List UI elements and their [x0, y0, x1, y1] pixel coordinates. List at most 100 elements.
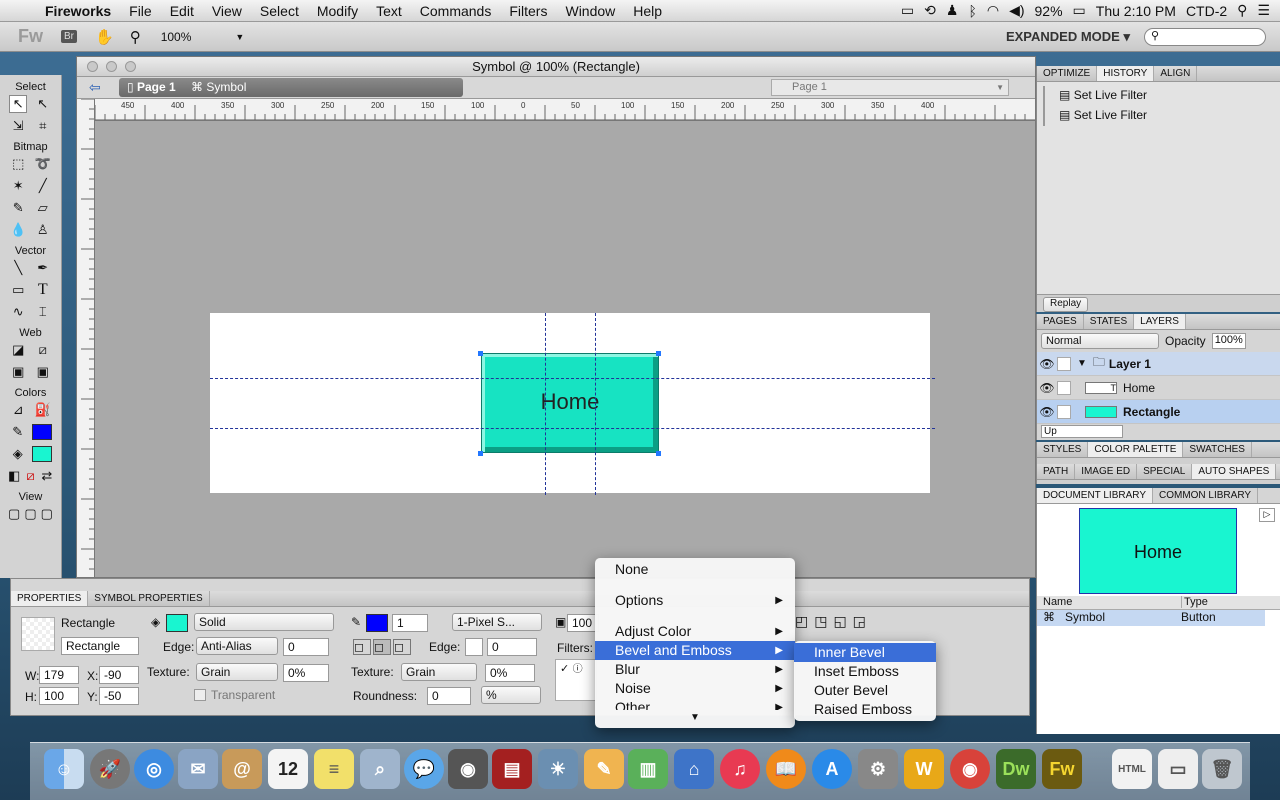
- stickies-icon[interactable]: ≡: [314, 749, 354, 789]
- menu-view[interactable]: View: [203, 3, 251, 19]
- fill-color-swatch[interactable]: [32, 446, 53, 462]
- tab-optimize[interactable]: OPTIMIZE: [1037, 66, 1098, 81]
- submenu-item[interactable]: Raised Emboss: [794, 700, 936, 719]
- filter-menu-item[interactable]: Adjust Color ▶: [595, 622, 795, 641]
- slice-tool-icon[interactable]: ⧄: [34, 341, 52, 359]
- tab-properties[interactable]: PROPERTIES: [11, 591, 89, 606]
- swap-colors-icon[interactable]: ⇄: [39, 467, 55, 485]
- hand-icon[interactable]: ✋: [95, 28, 114, 46]
- paint-bucket-icon[interactable]: ⛽: [34, 401, 52, 419]
- menu-text[interactable]: Text: [367, 3, 411, 19]
- guide-vertical-left[interactable]: [545, 313, 546, 495]
- blur-tool-icon[interactable]: 💧: [9, 221, 27, 239]
- stroke-edge-amount[interactable]: 0: [487, 638, 537, 656]
- menu-modify[interactable]: Modify: [308, 3, 367, 19]
- guide-horizontal-top[interactable]: [210, 378, 935, 379]
- roundness-unit-select[interactable]: %: [481, 686, 541, 704]
- line-tool-icon[interactable]: ╲: [9, 259, 27, 277]
- tab-special[interactable]: SPECIAL: [1137, 464, 1193, 479]
- zoom-level[interactable]: 100%: [161, 30, 192, 44]
- page-select[interactable]: Page 1 ▼: [771, 79, 1009, 96]
- replay-button[interactable]: Replay: [1043, 297, 1089, 312]
- fill-type-select[interactable]: Solid: [194, 613, 334, 631]
- system-preferences-icon[interactable]: ⚙: [858, 749, 898, 789]
- itunes-icon[interactable]: ♫: [720, 749, 760, 789]
- menu-window[interactable]: Window: [556, 3, 624, 19]
- eraser-tool-icon[interactable]: ▱: [34, 199, 52, 217]
- show-slices-icon[interactable]: ▣: [34, 363, 52, 381]
- tab-document-library[interactable]: DOCUMENT LIBRARY: [1037, 488, 1153, 503]
- breadcrumb-symbol[interactable]: Symbol: [206, 80, 246, 94]
- menu-commands[interactable]: Commands: [411, 3, 501, 19]
- object-name-field[interactable]: Rectangle: [61, 637, 139, 655]
- selection-handle-tr[interactable]: [656, 351, 661, 356]
- menu-app[interactable]: Fireworks: [36, 3, 120, 19]
- menu-edit[interactable]: Edit: [161, 3, 203, 19]
- layer-row[interactable]: 👁 T Home: [1037, 376, 1280, 400]
- filter-menu-item-selected[interactable]: Bevel and Emboss ▶: [595, 641, 795, 660]
- lock-icon[interactable]: [1057, 380, 1071, 395]
- arrange-icons[interactable]: ◰◳◱◲: [795, 613, 872, 630]
- pages-icon[interactable]: ✎: [584, 749, 624, 789]
- family-icon[interactable]: ♟: [946, 2, 959, 19]
- fireworks-icon[interactable]: Fw: [1042, 749, 1082, 789]
- history-slider[interactable]: [1043, 86, 1055, 126]
- eye-icon[interactable]: 👁: [1037, 405, 1057, 419]
- width-field[interactable]: 179: [39, 666, 79, 684]
- mail-icon[interactable]: ✉: [178, 749, 218, 789]
- filter-menu-item[interactable]: Blur ▶: [595, 660, 795, 679]
- eye-icon[interactable]: 👁: [1037, 381, 1057, 395]
- close-window-icon[interactable]: [87, 61, 98, 72]
- transparent-checkbox[interactable]: [194, 689, 206, 701]
- expand-icon[interactable]: ▼: [1077, 358, 1087, 369]
- guide-horizontal-bottom[interactable]: [210, 428, 935, 429]
- tab-styles[interactable]: STYLES: [1037, 442, 1089, 457]
- messages-icon[interactable]: 💬: [404, 749, 444, 789]
- filter-enabled-check-icon[interactable]: ✓: [560, 663, 569, 675]
- tab-symbol-properties[interactable]: SYMBOL PROPERTIES: [88, 591, 210, 606]
- zoom-icon[interactable]: ⚲: [130, 28, 141, 46]
- battery-status[interactable]: 92%: [1035, 3, 1063, 19]
- button-text[interactable]: Home: [481, 389, 659, 415]
- filter-menu-item[interactable]: Options ▶: [595, 591, 795, 610]
- calendar-icon[interactable]: 12: [268, 749, 308, 789]
- brush-tool-icon[interactable]: ╱: [34, 177, 52, 195]
- downloads-stack-icon[interactable]: ▭: [1158, 749, 1198, 789]
- eyedropper-tool-icon[interactable]: ⊿: [9, 401, 27, 419]
- tab-swatches[interactable]: SWATCHES: [1183, 442, 1252, 457]
- full-screen-icon[interactable]: ▢: [39, 505, 55, 523]
- safari-icon[interactable]: ◎: [134, 749, 174, 789]
- app-store-icon[interactable]: A: [812, 749, 852, 789]
- library-col-name[interactable]: Name: [1043, 596, 1072, 608]
- stroke-type-select[interactable]: 1-Pixel S...: [452, 613, 542, 631]
- play-icon[interactable]: ▷: [1259, 508, 1275, 522]
- layer-row[interactable]: 👁 ▼ 🗀 Layer 1: [1037, 352, 1280, 376]
- blend-mode-select[interactable]: Normal: [1041, 333, 1159, 349]
- knife-tool-icon[interactable]: ⌶: [34, 303, 52, 321]
- tab-path[interactable]: PATH: [1037, 464, 1076, 479]
- contacts-icon[interactable]: @: [222, 749, 262, 789]
- tab-image-editing[interactable]: IMAGE ED: [1075, 464, 1138, 479]
- magic-wand-icon[interactable]: ✶: [9, 177, 27, 195]
- filters-list[interactable]: ✓ ⓘ: [555, 659, 597, 701]
- lock-icon[interactable]: [1057, 356, 1071, 371]
- tab-states[interactable]: STATES: [1084, 314, 1135, 329]
- menu-help[interactable]: Help: [624, 3, 671, 19]
- wolfram-icon[interactable]: W: [904, 749, 944, 789]
- standard-screen-icon[interactable]: ▢: [6, 505, 22, 523]
- roundness-field[interactable]: 0: [427, 687, 471, 705]
- lasso-tool-icon[interactable]: ➰: [34, 155, 52, 173]
- wifi-icon[interactable]: ◠: [987, 2, 999, 19]
- tab-common-library[interactable]: COMMON LIBRARY: [1153, 488, 1259, 503]
- finder-icon[interactable]: ☺: [44, 749, 84, 789]
- fill-edge-amount[interactable]: 0: [283, 638, 329, 656]
- menu-scroll-down-icon[interactable]: ▼: [595, 712, 795, 723]
- tab-layers[interactable]: LAYERS: [1134, 314, 1186, 329]
- trash-icon[interactable]: 🗑: [1202, 749, 1242, 789]
- menu-file[interactable]: File: [120, 3, 161, 19]
- layer-name[interactable]: Home: [1123, 381, 1155, 395]
- stroke-align-center-icon[interactable]: ◻: [373, 639, 391, 655]
- keynote-icon[interactable]: ⌂: [674, 749, 714, 789]
- stroke-color-picker[interactable]: [366, 614, 388, 632]
- filter-menu-item[interactable]: Other ▶: [595, 698, 795, 710]
